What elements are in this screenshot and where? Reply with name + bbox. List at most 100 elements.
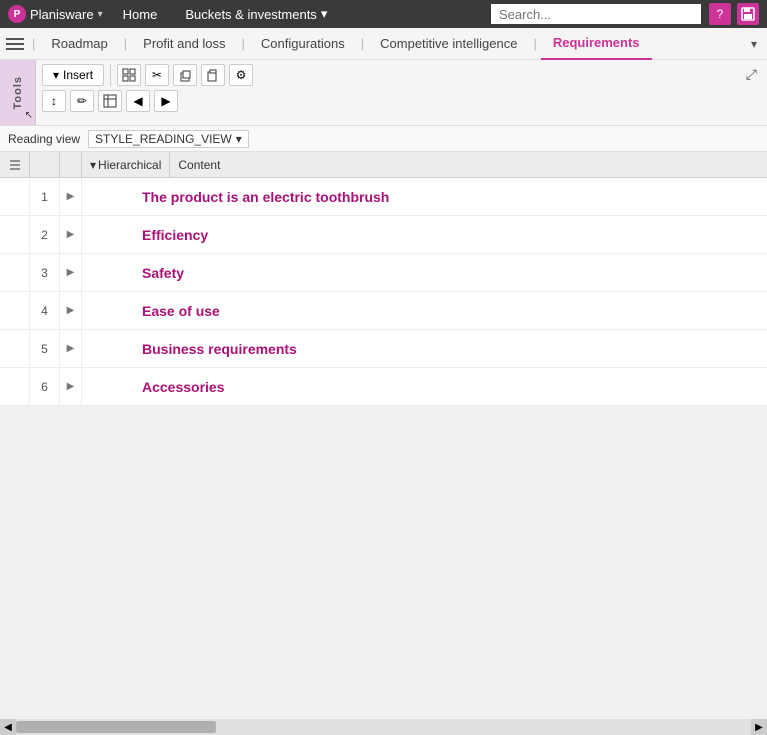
bottom-scrollbar: ◀ ▶ xyxy=(0,719,767,735)
row-content-5: Business requirements xyxy=(82,341,767,357)
row-expand-6[interactable]: ▶ xyxy=(60,368,82,405)
row-icon-col-6 xyxy=(0,368,30,405)
reading-view-label: Reading view xyxy=(8,132,80,146)
tab-separator-3: | xyxy=(242,36,245,51)
row-icon-col-2 xyxy=(0,216,30,253)
move-icon-btn[interactable]: ↕ xyxy=(42,90,66,112)
grid-icon-btn[interactable] xyxy=(117,64,141,86)
tools-panel[interactable]: Tools ↖ xyxy=(0,60,36,125)
table-header: ▾ Hierarchical Content xyxy=(0,152,767,178)
row-expand-1[interactable]: ▶ xyxy=(60,178,82,215)
reading-view-bar: Reading view STYLE_READING_VIEW ▾ xyxy=(0,126,767,152)
tab-profit-and-loss[interactable]: Profit and loss xyxy=(131,28,237,60)
home-link[interactable]: Home xyxy=(111,7,170,22)
help-icon[interactable]: ? xyxy=(709,3,731,25)
row-expand-2[interactable]: ▶ xyxy=(60,216,82,253)
row-content-2: Efficiency xyxy=(82,227,767,243)
tools-label: Tools xyxy=(12,76,24,110)
th-expand-col xyxy=(60,152,82,177)
module-selector[interactable]: Buckets & investments ▾ xyxy=(177,6,335,22)
row-num-4: 4 xyxy=(30,292,60,329)
row-expand-5[interactable]: ▶ xyxy=(60,330,82,367)
copy-icon-btn[interactable] xyxy=(173,64,197,86)
main-content: ▾ Hierarchical Content 1 ▶ The product i… xyxy=(0,152,767,735)
toolbar-row2: ↕ ✏ ◀ ▶ xyxy=(42,90,253,112)
row-content-6: Accessories xyxy=(82,379,767,395)
row-expand-4[interactable]: ▶ xyxy=(60,292,82,329)
save-icon[interactable] xyxy=(737,3,759,25)
expand-view-btn[interactable]: ⤢ xyxy=(742,64,761,85)
toolbar-right: ⤢ xyxy=(736,60,767,125)
cursor-indicator: ↖ xyxy=(25,110,33,121)
row-content-1: The product is an electric toothbrush xyxy=(82,189,767,205)
forward-icon-btn[interactable]: ▶ xyxy=(154,90,178,112)
tab-separator-5: | xyxy=(533,36,536,51)
table-row[interactable]: 1 ▶ The product is an electric toothbrus… xyxy=(0,178,767,216)
row-content-3: Safety xyxy=(82,265,767,281)
tab-requirements[interactable]: Requirements xyxy=(541,28,652,60)
reading-view-value-text: STYLE_READING_VIEW xyxy=(95,132,232,146)
row-expand-3[interactable]: ▶ xyxy=(60,254,82,291)
tab-bar-end: ▾ xyxy=(745,37,763,51)
toolbar-buttons: ▾ Insert ✂ xyxy=(36,60,259,125)
table-icon-btn[interactable] xyxy=(98,90,122,112)
table-row[interactable]: 2 ▶ Efficiency xyxy=(0,216,767,254)
brand-dropdown-icon[interactable]: ▾ xyxy=(98,9,103,20)
insert-label: Insert xyxy=(63,68,93,82)
table-body: 1 ▶ The product is an electric toothbrus… xyxy=(0,178,767,406)
logo-icon: P xyxy=(8,5,26,23)
table-row[interactable]: 3 ▶ Safety xyxy=(0,254,767,292)
toolbar-row: Tools ↖ ▾ Insert ✂ xyxy=(0,60,767,126)
tab-configurations[interactable]: Configurations xyxy=(249,28,357,60)
tab-roadmap[interactable]: Roadmap xyxy=(39,28,119,60)
menu-hamburger[interactable] xyxy=(4,32,28,56)
toolbar-sep-1 xyxy=(110,64,111,86)
row-icon-col-4 xyxy=(0,292,30,329)
th-content-label: Content xyxy=(178,158,220,172)
search-input[interactable] xyxy=(491,4,701,24)
table-row[interactable]: 5 ▶ Business requirements xyxy=(0,330,767,368)
search-box xyxy=(491,4,701,24)
row-num-5: 5 xyxy=(30,330,60,367)
row-num-2: 2 xyxy=(30,216,60,253)
tab-competitive-intelligence[interactable]: Competitive intelligence xyxy=(368,28,529,60)
top-bar: P Planisware ▾ Home Buckets & investment… xyxy=(0,0,767,28)
cut-icon-btn[interactable]: ✂ xyxy=(145,64,169,86)
scroll-left-arrow[interactable]: ◀ xyxy=(0,719,16,735)
row-num-6: 6 xyxy=(30,368,60,405)
toolbar-row1: ▾ Insert ✂ xyxy=(42,64,253,86)
tab-overflow-icon[interactable]: ▾ xyxy=(745,37,763,51)
edit-icon-btn[interactable]: ✏ xyxy=(70,90,94,112)
tab-separator-4: | xyxy=(361,36,364,51)
row-icon-col-3 xyxy=(0,254,30,291)
top-bar-icons: ? xyxy=(709,3,759,25)
insert-button[interactable]: ▾ Insert xyxy=(42,64,104,86)
module-label: Buckets & investments xyxy=(185,7,317,22)
row-content-4: Ease of use xyxy=(82,303,767,319)
scroll-track[interactable] xyxy=(16,719,751,735)
th-icon-col xyxy=(0,152,30,177)
logo: P Planisware ▾ xyxy=(8,5,103,23)
reading-view-dropdown-icon: ▾ xyxy=(236,132,242,146)
table-row[interactable]: 6 ▶ Accessories xyxy=(0,368,767,406)
table-row[interactable]: 4 ▶ Ease of use xyxy=(0,292,767,330)
th-num-col xyxy=(30,152,60,177)
tab-separator-1: | xyxy=(32,36,35,51)
paste-icon-btn[interactable] xyxy=(201,64,225,86)
module-dropdown-icon: ▾ xyxy=(321,6,328,22)
reading-view-selector[interactable]: STYLE_READING_VIEW ▾ xyxy=(88,130,249,148)
tab-separator-2: | xyxy=(124,36,127,51)
back-icon-btn[interactable]: ◀ xyxy=(126,90,150,112)
tab-bar: | Roadmap | Profit and loss | Configurat… xyxy=(0,28,767,60)
settings-icon-btn[interactable]: ⚙ xyxy=(229,64,253,86)
row-icon-col-1 xyxy=(0,178,30,215)
insert-dropdown-icon: ▾ xyxy=(53,68,59,82)
th-hierarchical[interactable]: ▾ Hierarchical xyxy=(82,152,170,177)
brand-name: Planisware xyxy=(30,7,94,22)
th-hierarchical-dropdown: ▾ xyxy=(90,158,96,172)
th-hierarchical-label: Hierarchical xyxy=(98,158,161,172)
row-num-1: 1 xyxy=(30,178,60,215)
scroll-right-arrow[interactable]: ▶ xyxy=(751,719,767,735)
scroll-thumb[interactable] xyxy=(16,721,216,733)
row-icon-col-5 xyxy=(0,330,30,367)
